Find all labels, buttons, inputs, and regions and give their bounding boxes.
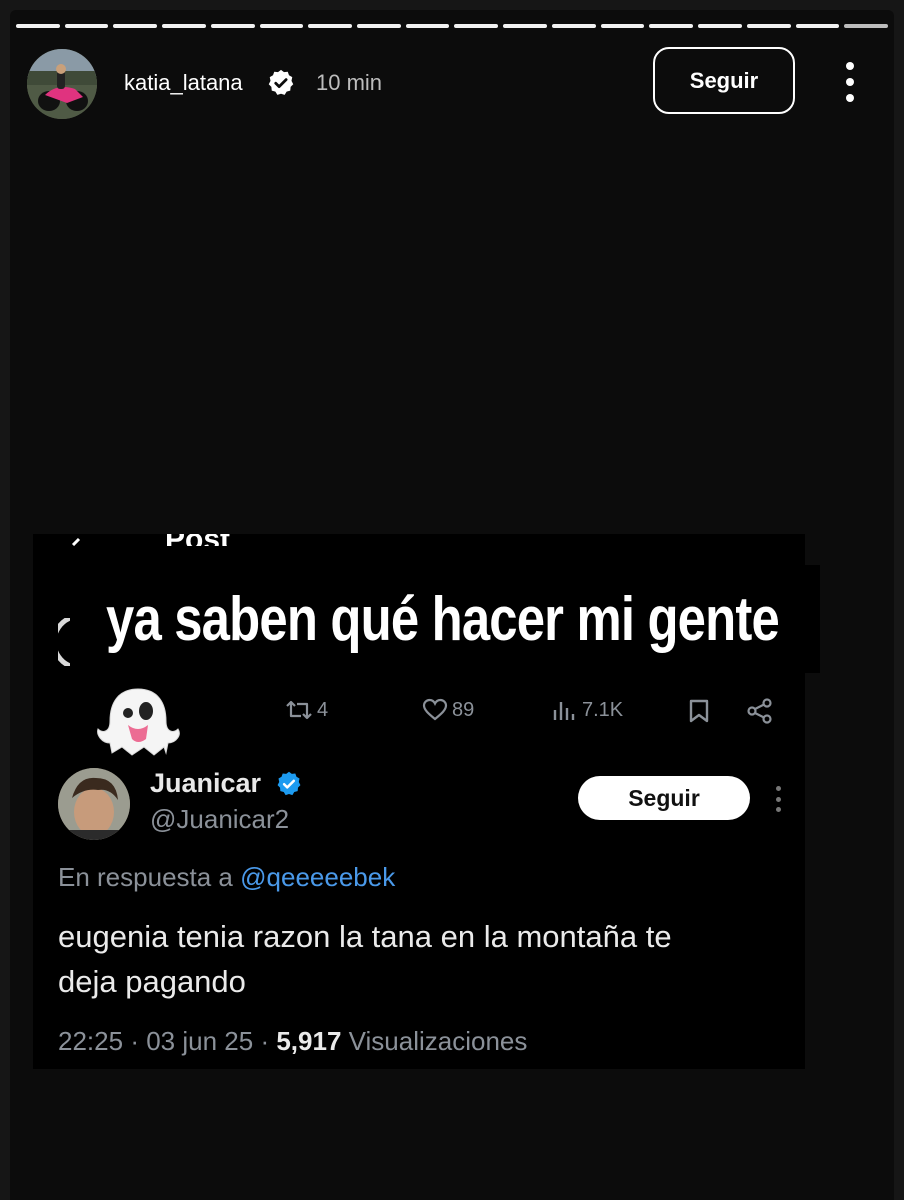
tweet-author-avatar[interactable] <box>58 768 130 840</box>
follow-button[interactable]: Seguir <box>653 47 795 114</box>
retweet-action[interactable]: 4 <box>285 698 328 722</box>
post-header-partial: Post <box>165 534 230 546</box>
progress-segment <box>308 24 353 28</box>
tweet-verified-icon <box>275 770 303 798</box>
avatar-image <box>27 49 97 119</box>
progress-segment <box>649 24 694 28</box>
heart-icon <box>422 698 448 721</box>
tweet-author-handle[interactable]: @Juanicar2 <box>150 804 289 835</box>
dot <box>846 62 854 70</box>
dot <box>846 78 854 86</box>
bookmark-icon <box>689 699 709 723</box>
views-icon <box>553 702 575 720</box>
profile-avatar[interactable] <box>27 49 97 119</box>
progress-segment <box>551 24 596 28</box>
ghost-emoji-icon <box>88 683 188 759</box>
reply-mention-link[interactable]: @qeeeeebek <box>240 862 395 892</box>
progress-segment <box>746 24 791 28</box>
separator: · <box>130 1026 139 1056</box>
progress-segment <box>16 24 60 28</box>
tweet-date[interactable]: 03 jun 25 <box>146 1026 253 1056</box>
partial-avatar-edge <box>58 618 70 666</box>
cut-post-header <box>33 534 805 546</box>
tweet-meta: 22:25 · 03 jun 25 · 5,917 Visualizacione… <box>58 1026 527 1057</box>
tweet-time[interactable]: 22:25 <box>58 1026 123 1056</box>
progress-segment <box>698 24 742 28</box>
views-action[interactable]: 7.1K <box>552 698 623 722</box>
tweet-avatar-image <box>58 768 130 840</box>
story-caption-text: ya saben qué hacer mi gente <box>106 585 780 654</box>
verified-badge-icon <box>266 68 296 98</box>
story-progress-bar <box>16 24 888 28</box>
share-icon <box>747 698 772 724</box>
progress-segment <box>405 24 450 28</box>
progress-segment <box>600 24 645 28</box>
like-action[interactable]: 89 <box>422 698 474 722</box>
progress-segment <box>795 24 840 28</box>
progress-segment <box>357 24 401 28</box>
progress-segment <box>113 24 158 28</box>
progress-segment <box>503 24 547 28</box>
retweet-icon <box>286 700 312 720</box>
more-options-icon[interactable] <box>838 62 862 102</box>
separator: · <box>260 1026 270 1056</box>
tweet-text-line: deja pagando <box>58 964 246 999</box>
dot <box>775 807 781 812</box>
progress-segment <box>162 24 206 28</box>
reply-prefix: En respuesta a <box>58 862 233 892</box>
progress-segment-current <box>844 24 888 28</box>
tweet-body: eugenia tenia razon la tana en la montañ… <box>58 914 778 1004</box>
story-time: 10 min <box>316 70 383 95</box>
retweet-count: 4 <box>317 698 329 721</box>
tweet-views-count: 5,917 <box>276 1026 342 1056</box>
story-username[interactable]: katia_latana <box>124 70 243 96</box>
progress-segment <box>259 24 304 28</box>
views-count: 7.1K <box>582 698 624 721</box>
share-action[interactable] <box>746 698 774 724</box>
reply-context: En respuesta a @qeeeeebek <box>58 862 395 893</box>
dot <box>846 94 854 102</box>
progress-segment <box>210 24 255 28</box>
tweet-more-icon[interactable] <box>771 786 785 812</box>
tweet-text-line: eugenia tenia razon la tana en la montañ… <box>58 919 672 954</box>
bookmark-action[interactable] <box>688 698 710 724</box>
dot <box>775 796 781 802</box>
progress-segment <box>64 24 109 28</box>
tweet-author-name[interactable]: Juanicar <box>150 768 261 799</box>
like-count: 89 <box>452 698 475 721</box>
progress-segment <box>454 24 499 28</box>
tweet-views-label: Visualizaciones <box>348 1026 528 1056</box>
tweet-follow-button[interactable]: Seguir <box>578 776 750 820</box>
dot <box>775 786 781 791</box>
